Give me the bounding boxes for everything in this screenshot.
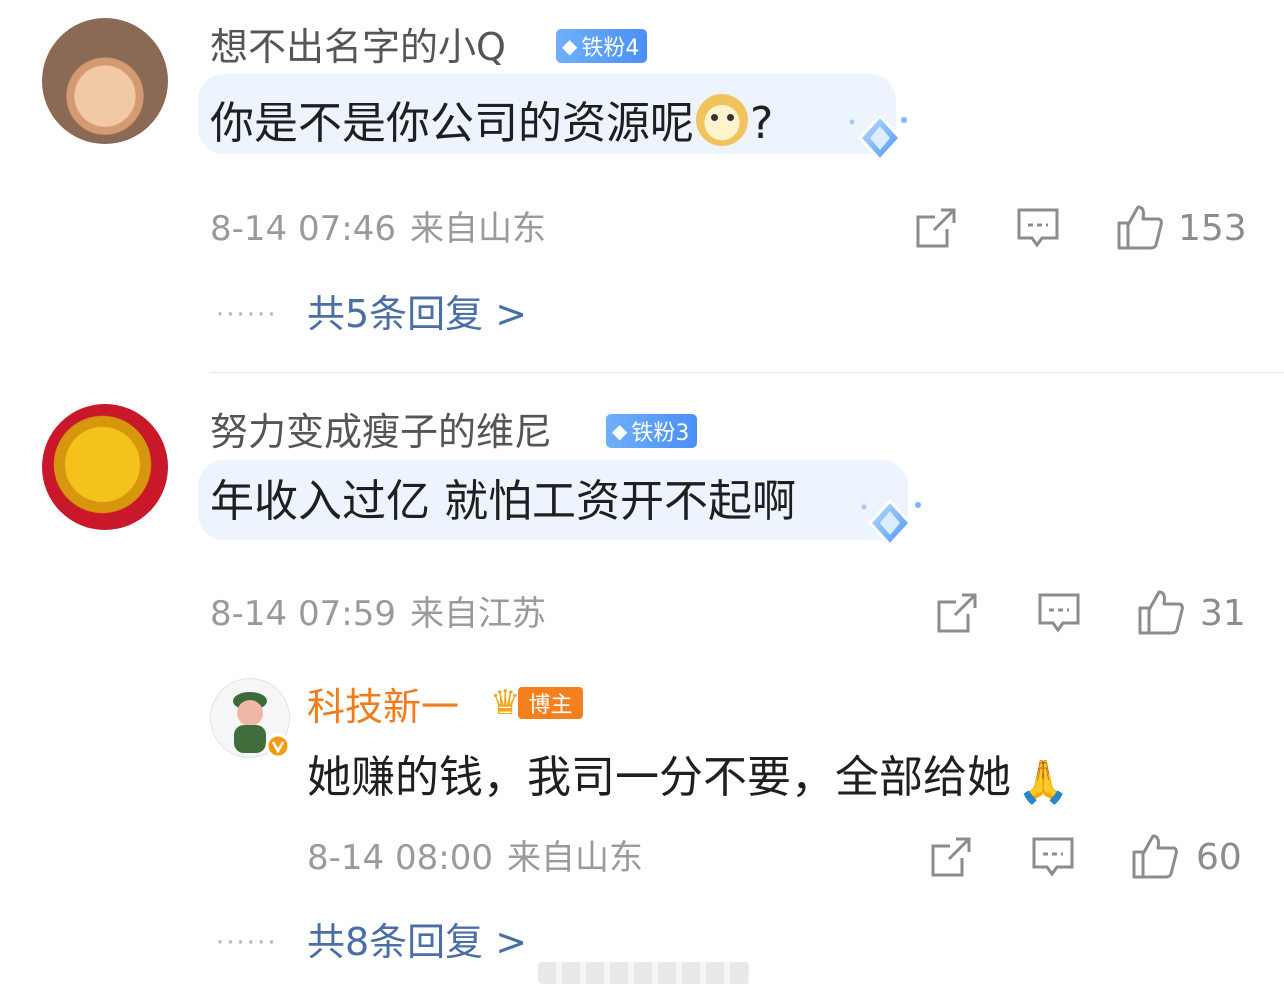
comment-icon (1032, 837, 1074, 877)
reply-meta: 8-14 08:00 来自山东 (307, 841, 643, 875)
avatar[interactable] (210, 678, 291, 759)
fan-badge[interactable]: ◆ 铁粉4 (556, 29, 648, 63)
like-count: 153 (1178, 208, 1247, 249)
comment-text: 你是不是你公司的资源呢? (210, 94, 773, 146)
blogger-badge-label: 博主 (518, 687, 583, 719)
comment-icon (1038, 593, 1080, 633)
location: 来自山东 (506, 838, 643, 878)
watermark (538, 962, 750, 984)
comment-text-body: 你是不是你公司的资源呢 (210, 98, 694, 149)
comment-meta: 8-14 07:59 来自江苏 (210, 597, 546, 631)
diamond-icon: ◆ (612, 419, 628, 443)
view-replies-link[interactable]: 共5条回复 > (307, 295, 527, 333)
diamond-icon (849, 113, 907, 163)
like-icon (1138, 590, 1184, 635)
comment-button[interactable] (1037, 592, 1081, 634)
username[interactable]: 想不出名字的小Q (210, 28, 506, 66)
comment-meta: 8-14 07:46 来自山东 (210, 212, 546, 246)
share-icon (931, 837, 971, 877)
divider (210, 372, 1284, 373)
fan-badge-label: 铁粉3 (631, 421, 690, 446)
folded-hands-emoji-icon: 🙏 (1017, 757, 1070, 806)
crown-icon: ♛ (490, 683, 521, 723)
blogger-username[interactable]: 科技新一 (307, 688, 459, 726)
comment-button[interactable] (1031, 836, 1075, 878)
username[interactable]: 努力变成瘦子的维尼 (210, 413, 552, 451)
share-button[interactable] (930, 836, 972, 878)
reply-text-body: 她赚的钱，我司一分不要，全部给她 (307, 752, 1011, 803)
avatar[interactable] (42, 18, 168, 144)
like-button[interactable] (1131, 832, 1179, 880)
like-count: 31 (1200, 593, 1246, 634)
fan-badge[interactable]: ◆ 铁粉3 (606, 414, 698, 448)
like-button[interactable] (1137, 588, 1185, 636)
timestamp: 8-14 07:46 (210, 209, 396, 249)
location: 来自山东 (409, 209, 546, 249)
location: 来自江苏 (409, 594, 546, 634)
comment-text-suffix: ? (750, 98, 774, 149)
reply-text: 她赚的钱，我司一分不要，全部给她 🙏 (307, 756, 1069, 803)
timestamp: 8-14 08:00 (307, 838, 493, 878)
avatar[interactable] (42, 404, 168, 530)
diamond-icon: ◆ (562, 34, 578, 58)
replies-dots: ······ (216, 300, 278, 330)
diamond-icon (861, 498, 921, 548)
share-button[interactable] (915, 207, 957, 249)
view-replies-link[interactable]: 共8条回复 > (307, 923, 527, 961)
like-count: 60 (1196, 837, 1242, 878)
timestamp: 8-14 07:59 (210, 594, 396, 634)
replies-dots: ······ (216, 928, 278, 958)
share-button[interactable] (936, 592, 978, 634)
like-icon (1117, 205, 1163, 250)
comment-icon (1017, 208, 1059, 248)
share-icon (916, 208, 956, 248)
comment-text: 年收入过亿 就怕工资开不起啊 (210, 476, 796, 527)
comment-button[interactable] (1016, 207, 1060, 249)
fan-badge-label: 铁粉4 (581, 36, 640, 61)
share-icon (937, 593, 977, 633)
like-button[interactable] (1116, 203, 1164, 251)
doge-emoji-icon (696, 94, 748, 146)
verified-icon (265, 733, 291, 759)
blogger-badge: ♛ 博主 (490, 685, 583, 721)
like-icon (1132, 834, 1178, 879)
